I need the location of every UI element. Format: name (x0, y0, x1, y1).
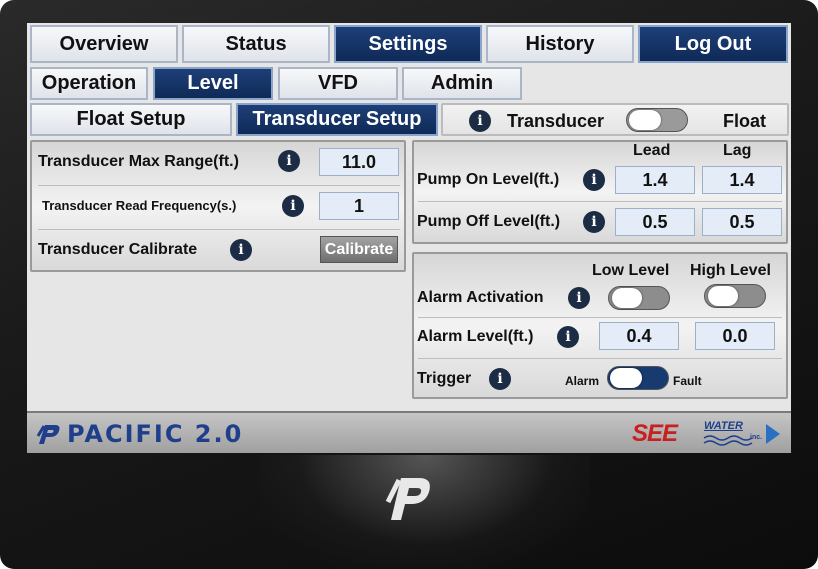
seewater-logo: SEE WATER inc. (632, 418, 782, 450)
mode-toggle[interactable] (626, 108, 688, 132)
tab-overview[interactable]: Overview (30, 25, 178, 63)
pump-off-lag-field[interactable]: 0.5 (702, 208, 782, 236)
tab-status[interactable]: Status (182, 25, 330, 63)
pacific-logo-icon (36, 425, 60, 444)
divider (418, 201, 782, 202)
tab-vfd[interactable]: VFD (278, 67, 398, 100)
mode-selector-bar: i Transducer Float (441, 103, 789, 136)
pump-level-panel: Lead Lag Pump On Level(ft.) i 1.4 1.4 Pu… (412, 140, 788, 244)
low-level-column-header: Low Level (592, 262, 670, 279)
hmi-screen: Overview Status Settings History Log Out… (27, 23, 791, 453)
trigger-toggle[interactable] (607, 366, 669, 390)
brand-name: PACIFIC 2.0 (67, 420, 244, 448)
divider (38, 185, 400, 186)
info-icon[interactable]: i (583, 169, 605, 191)
wave-icon (703, 435, 753, 446)
mode-transducer-label: Transducer (507, 111, 605, 131)
float-setup-button[interactable]: Float Setup (30, 103, 232, 136)
pump-off-label: Pump Off Level(ft.) (417, 213, 561, 230)
alarm-level-label: Alarm Level(ft.) (417, 328, 534, 345)
info-icon[interactable]: i (489, 368, 511, 390)
alarm-high-level-field[interactable]: 0.0 (695, 322, 775, 350)
transducer-setup-button[interactable]: Transducer Setup (236, 103, 438, 136)
divider (418, 358, 782, 359)
lag-column-header: Lag (723, 142, 752, 159)
pump-off-lead-field[interactable]: 0.5 (615, 208, 695, 236)
tab-admin[interactable]: Admin (402, 67, 522, 100)
trigger-fault-label: Fault (673, 374, 702, 388)
trigger-alarm-label: Alarm (565, 374, 600, 388)
info-icon[interactable]: i (557, 326, 579, 348)
pump-on-lead-field[interactable]: 1.4 (615, 166, 695, 194)
device-bezel: Overview Status Settings History Log Out… (0, 0, 818, 569)
tab-level[interactable]: Level (153, 67, 273, 100)
logo-water-text: WATER (704, 420, 743, 432)
arrow-right-icon (766, 424, 780, 444)
max-range-field[interactable]: 11.0 (319, 148, 399, 176)
bezel-logo-icon (385, 478, 430, 520)
divider (38, 229, 400, 230)
max-range-label: Transducer Max Range(ft.) (38, 153, 239, 170)
read-frequency-field[interactable]: 1 (319, 192, 399, 220)
calibrate-button[interactable]: Calibrate (320, 236, 398, 263)
pump-on-label: Pump On Level(ft.) (417, 171, 560, 188)
low-level-alarm-toggle[interactable] (608, 286, 670, 310)
logout-button[interactable]: Log Out (638, 25, 788, 63)
read-frequency-label: Transducer Read Frequency(s.) (42, 198, 237, 213)
info-icon[interactable]: i (230, 239, 252, 261)
tab-settings[interactable]: Settings (334, 25, 482, 63)
calibrate-label: Transducer Calibrate (38, 241, 198, 258)
footer-bar: PACIFIC 2.0 SEE WATER inc. (27, 411, 791, 453)
alarm-activation-label: Alarm Activation (417, 289, 544, 306)
tab-operation[interactable]: Operation (30, 67, 148, 100)
trigger-label: Trigger (417, 370, 472, 387)
alarm-panel: Low Level High Level Alarm Activation i … (412, 252, 788, 399)
info-icon[interactable]: i (278, 150, 300, 172)
logo-see-text: SEE (632, 420, 678, 447)
info-icon[interactable]: i (282, 195, 304, 217)
high-level-column-header: High Level (690, 262, 771, 279)
tab-history[interactable]: History (486, 25, 634, 63)
mode-float-label: Float (723, 111, 766, 131)
alarm-low-level-field[interactable]: 0.4 (599, 322, 679, 350)
pump-on-lag-field[interactable]: 1.4 (702, 166, 782, 194)
info-icon[interactable]: i (568, 287, 590, 309)
transducer-panel: Transducer Max Range(ft.) i 11.0 Transdu… (30, 140, 406, 272)
info-icon[interactable]: i (469, 110, 491, 132)
info-icon[interactable]: i (583, 211, 605, 233)
divider (418, 317, 782, 318)
high-level-alarm-toggle[interactable] (704, 284, 766, 308)
lead-column-header: Lead (633, 142, 671, 159)
